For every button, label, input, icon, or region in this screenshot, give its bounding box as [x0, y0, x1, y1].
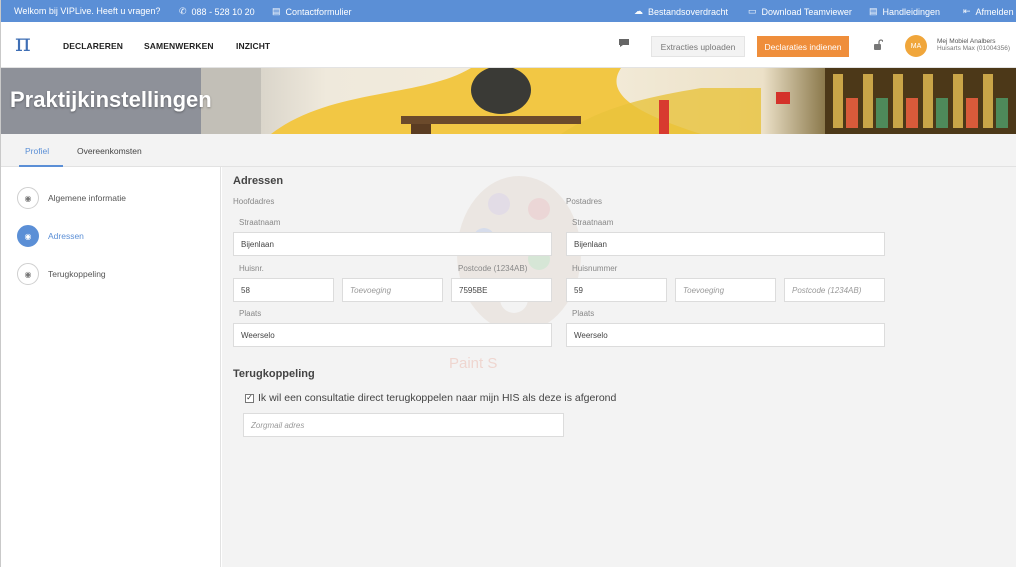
- main-navigation: π DECLAREREN SAMENWERKEN INZICHT Extract…: [1, 22, 1016, 68]
- page-title: Praktijkinstellingen: [10, 87, 212, 112]
- eye-icon: ◉: [17, 225, 39, 247]
- submit-declarations-button[interactable]: Declaraties indienen: [757, 36, 849, 57]
- phone-number: 088 - 528 10 20: [191, 6, 255, 17]
- sidebar-item-label: Adressen: [48, 231, 84, 241]
- postal-addition-input[interactable]: Toevoeging: [675, 278, 776, 302]
- feedback-checkbox-label: Ik wil een consultatie direct terugkoppe…: [258, 392, 617, 404]
- sidebar-item-adressen[interactable]: ◉ Adressen: [17, 225, 84, 247]
- zorgmail-address-input[interactable]: Zorgmail adres: [243, 413, 564, 437]
- user-name: Mej Mobiel Analbers: [937, 38, 996, 45]
- main-street-label: Straatnaam: [239, 218, 281, 227]
- sidebar-item-label: Terugkoppeling: [48, 269, 106, 279]
- logout-link[interactable]: ⇤ Afmelden: [963, 6, 1014, 17]
- sidebar-item-label: Algemene informatie: [48, 193, 126, 203]
- main-number-label: Huisnr.: [239, 264, 264, 273]
- manuals-label: Handleidingen: [882, 6, 941, 17]
- chat-icon[interactable]: [618, 38, 630, 48]
- postal-postcode-input[interactable]: Postcode (1234AB): [784, 278, 885, 302]
- postal-street-label: Straatnaam: [572, 218, 614, 227]
- main-number-input[interactable]: 58: [233, 278, 334, 302]
- nav-samenwerken[interactable]: SAMENWERKEN: [144, 41, 214, 51]
- phone-link[interactable]: ✆ 088 - 528 10 20: [179, 6, 255, 17]
- top-info-bar: Welkom bij VIPLive. Heeft u vragen? ✆ 08…: [1, 0, 1016, 22]
- main-postcode-input[interactable]: 7595BE: [451, 278, 552, 302]
- main-city-label: Plaats: [239, 309, 262, 318]
- eye-icon: ◉: [17, 187, 39, 209]
- main-street-input[interactable]: Bijenlaan: [233, 232, 552, 256]
- user-role: Huisarts Max (01004356): [937, 45, 1010, 52]
- manuals-link[interactable]: ▤ Handleidingen: [869, 6, 940, 17]
- cloud-upload-icon: ☁: [634, 6, 643, 16]
- contact-form-link[interactable]: ▤ Contactformulier: [272, 6, 352, 17]
- welcome-text: Welkom bij VIPLive. Heeft u vragen?: [14, 6, 161, 16]
- logout-label: Afmelden: [975, 6, 1014, 17]
- postal-city-input[interactable]: Weerselo: [566, 323, 885, 347]
- feedback-checkbox[interactable]: ✓: [245, 393, 254, 403]
- direct-feedback-option[interactable]: ✓ Ik wil een consultatie direct terugkop…: [245, 392, 616, 404]
- sidebar-item-algemene-informatie[interactable]: ◉ Algemene informatie: [17, 187, 126, 209]
- contact-form-label: Contactformulier: [285, 6, 352, 17]
- main-addition-input[interactable]: Toevoeging: [342, 278, 443, 302]
- monitor-icon: ▭: [748, 6, 757, 16]
- feedback-title: Terugkoppeling: [233, 368, 315, 380]
- postal-address-heading: Postadres: [566, 197, 603, 206]
- unlock-icon[interactable]: [873, 39, 883, 51]
- sidebar-item-terugkoppeling[interactable]: ◉ Terugkoppeling: [17, 263, 106, 285]
- app-logo[interactable]: π: [15, 31, 31, 55]
- book-icon: ▤: [869, 6, 878, 16]
- main-address-heading: Hoofdadres: [233, 197, 275, 206]
- watermark-text: Paint S: [449, 355, 498, 372]
- addresses-title: Adressen: [233, 175, 284, 187]
- nav-declareren[interactable]: DECLAREREN: [63, 41, 123, 51]
- logout-icon: ⇤: [963, 6, 971, 16]
- postal-number-input[interactable]: 59: [566, 278, 667, 302]
- main-city-input[interactable]: Weerselo: [233, 323, 552, 347]
- postal-number-label: Huisnummer: [572, 264, 618, 273]
- sidebar: ◉ Algemene informatie ◉ Adressen ◉ Terug…: [1, 167, 221, 567]
- tab-bar: Profiel Overeenkomsten: [1, 134, 1016, 167]
- postal-city-label: Plaats: [572, 309, 595, 318]
- teamviewer-link[interactable]: ▭ Download Teamviewer: [748, 6, 852, 17]
- app-page: Welkom bij VIPLive. Heeft u vragen? ✆ 08…: [0, 0, 1016, 567]
- upload-extractions-button[interactable]: Extracties uploaden: [651, 36, 745, 57]
- teamviewer-label: Download Teamviewer: [761, 6, 852, 17]
- main-postcode-label: Postcode (1234AB): [458, 264, 528, 273]
- tab-overeenkomsten[interactable]: Overeenkomsten: [77, 146, 142, 156]
- phone-icon: ✆: [179, 6, 187, 16]
- document-icon: ▤: [272, 6, 281, 16]
- nav-inzicht[interactable]: INZICHT: [236, 41, 270, 51]
- eye-icon: ◉: [17, 263, 39, 285]
- file-transfer-label: Bestandsoverdracht: [648, 6, 729, 17]
- main-content: Paint S Adressen Hoofdadres Straatnaam B…: [222, 167, 1016, 567]
- avatar[interactable]: MA: [905, 35, 927, 57]
- tab-profiel[interactable]: Profiel: [25, 146, 49, 156]
- file-transfer-link[interactable]: ☁ Bestandsoverdracht: [634, 6, 728, 17]
- postal-street-input[interactable]: Bijenlaan: [566, 232, 885, 256]
- page-banner: Praktijkinstellingen: [1, 68, 1016, 134]
